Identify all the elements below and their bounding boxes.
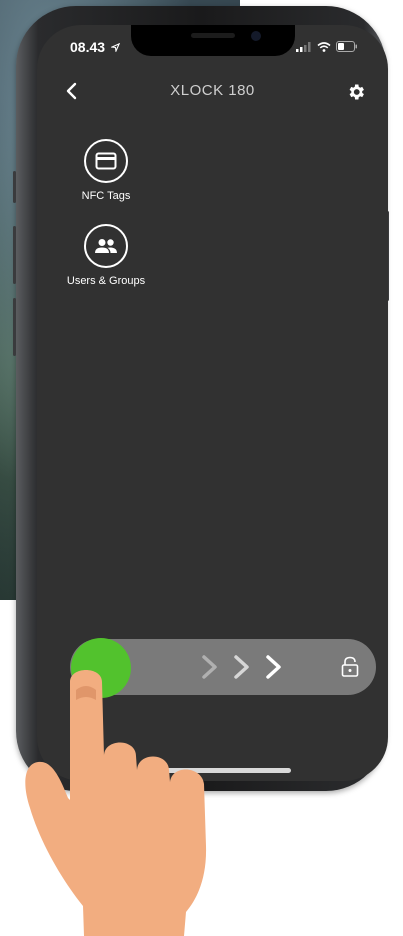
location-arrow-icon: [109, 42, 121, 54]
menu-item-nfc-tags[interactable]: NFC Tags: [46, 139, 166, 202]
status-time: 08.43: [70, 39, 121, 55]
phone-screen: 08.43 XLOCK 180 NFC Tags Users & Groups: [37, 25, 388, 781]
gear-icon: [349, 84, 364, 100]
mute-switch: [13, 171, 16, 203]
battery-icon: [336, 41, 357, 52]
volume-down-button: [13, 298, 16, 356]
menu-item-label: NFC Tags: [81, 190, 131, 202]
nfc-card-icon: [95, 152, 117, 170]
nfc-tags-icon-circle: [84, 139, 128, 183]
chevron-right-arrows-icon: [202, 655, 281, 679]
volume-up-button: [13, 226, 16, 284]
users-icon: [95, 239, 117, 253]
speaker: [191, 33, 235, 38]
menu-item-label: Users & Groups: [66, 275, 146, 287]
status-icons: [296, 41, 358, 52]
users-groups-icon-circle: [84, 224, 128, 268]
wifi-icon: [317, 41, 331, 52]
notch: [131, 25, 295, 56]
cellular-signal-icon: [296, 41, 311, 52]
home-indicator: [163, 768, 291, 773]
settings-button[interactable]: [346, 82, 366, 102]
phone-frame: 08.43 XLOCK 180 NFC Tags Users & Groups: [13, 6, 389, 791]
status-time-text: 08.43: [70, 39, 106, 55]
menu-item-users-groups[interactable]: Users & Groups: [46, 224, 166, 287]
page-title: XLOCK 180: [170, 82, 255, 99]
front-camera: [251, 31, 261, 41]
unlock-slider[interactable]: [70, 638, 376, 698]
slider-knob[interactable]: [71, 638, 131, 698]
unlock-padlock-icon: [341, 656, 359, 677]
